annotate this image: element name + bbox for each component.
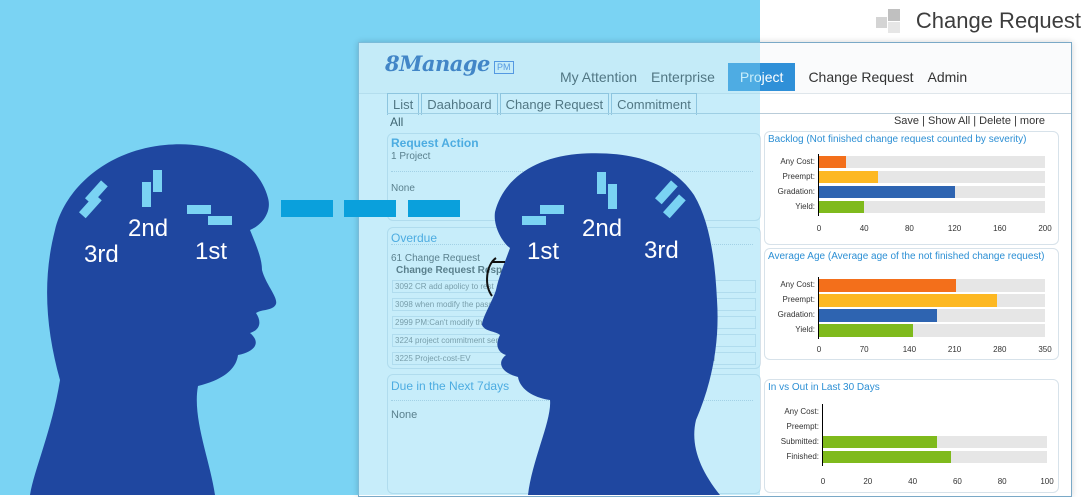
chart-title: In vs Out in Last 30 Days [768, 382, 880, 393]
bar[interactable] [823, 436, 938, 448]
bar-track [819, 156, 1045, 168]
tab-change-request[interactable]: Change Request [499, 93, 610, 115]
tick-label: 40 [908, 477, 918, 486]
brand-title: Change Request [915, 8, 1081, 33]
request-action-value: None [391, 183, 415, 194]
due-next-value: None [391, 409, 418, 421]
category-label: Submitted: [780, 437, 819, 446]
table-row[interactable]: 3225 Project-cost-EV d [392, 352, 756, 365]
category-label: Finished: [786, 452, 819, 461]
divider [391, 244, 753, 245]
bar[interactable] [819, 294, 997, 307]
backlog-chart: Backlog (Not finished change request cou… [764, 131, 1059, 245]
bar[interactable] [819, 279, 956, 292]
category-label: Any Cost: [784, 407, 819, 416]
tick-label: 280 [993, 345, 1007, 354]
nav-change-request[interactable]: Change Request [801, 63, 920, 91]
tab-commitment[interactable]: Commitment [611, 93, 697, 115]
overdue-column-header: Change Request Resp [396, 265, 503, 276]
request-action-count: 1 Project [391, 151, 431, 162]
category-label: Preempt: [782, 295, 815, 304]
tick-label: 80 [904, 224, 914, 233]
app-logo[interactable]: 8Manage [385, 51, 490, 76]
average-age-chart: Average Age (Average age of the not fini… [764, 248, 1059, 360]
nav-admin[interactable]: Admin [921, 63, 975, 91]
in-vs-out-chart: In vs Out in Last 30 Days Any Cost: Preemp… [764, 379, 1059, 493]
tick-label: 0 [816, 224, 822, 233]
tick-label: 20 [863, 477, 873, 486]
table-row[interactable]: 2999 PM:Can't modify the 6d [392, 316, 756, 329]
category-label: Gradation: [777, 187, 815, 196]
tick-label: 0 [816, 345, 822, 354]
category-label: Gradation: [777, 310, 815, 319]
sub-tabs: List Daahboard Change Request Commitment [387, 93, 699, 115]
divider [391, 400, 753, 401]
table-row[interactable]: 3098 when modify the pass d [392, 298, 756, 311]
app-header: 8Manage PM My Attention Enterprise Proje… [359, 43, 1071, 94]
tick-label: 350 [1038, 345, 1052, 354]
tick-label: 140 [902, 345, 917, 354]
tick-label: 100 [1040, 477, 1054, 486]
overdue-count: 61 Change Request [391, 253, 480, 264]
row-days: d [710, 354, 715, 363]
row-days: 6d [706, 318, 715, 327]
tick-label: 160 [993, 224, 1007, 233]
app-window: 8Manage PM My Attention Enterprise Proje… [358, 42, 1072, 497]
category-label: Any Cost: [780, 157, 815, 166]
tab-list[interactable]: List [387, 93, 420, 115]
filter-all[interactable]: All [390, 115, 403, 129]
due-next-panel: Due in the Next 7days None [387, 374, 761, 494]
toolbar-actions[interactable]: Save | Show All | Delete | more [894, 115, 1045, 127]
tick-label: 0 [820, 477, 826, 486]
bar[interactable] [819, 186, 955, 198]
category-label: Any Cost: [780, 280, 815, 289]
tick-label: 70 [859, 345, 869, 354]
row-text: 3098 when modify the pass [395, 300, 493, 309]
brand-header: Change Request [875, 6, 1081, 36]
bar[interactable] [819, 171, 878, 183]
brand-logo-icon [875, 9, 900, 33]
category-label: Preempt: [782, 172, 815, 181]
chart-title: Backlog (Not finished change request cou… [768, 134, 1027, 145]
overdue-panel: Overdue 61 Change Request Change Request… [387, 227, 761, 369]
bar[interactable] [819, 156, 847, 168]
nav-my-attention[interactable]: My Attention [553, 63, 644, 91]
bar[interactable] [823, 451, 951, 463]
request-action-title[interactable]: Request Action [391, 136, 479, 150]
tick-label: 210 [947, 345, 962, 354]
row-days: 6d [706, 336, 715, 345]
tick-label: 40 [859, 224, 869, 233]
table-row[interactable]: 3224 project commitment serch 6d [392, 334, 756, 347]
category-label: Preempt: [786, 422, 819, 431]
bar[interactable] [819, 201, 865, 213]
tick-label: 120 [947, 224, 962, 233]
pm-badge: PM [494, 61, 514, 74]
chart-title: Average Age (Average age of the not fini… [768, 251, 1045, 262]
bar[interactable] [819, 324, 914, 337]
row-text: 2999 PM:Can't modify the [395, 318, 487, 327]
table-row[interactable]: 3092 CR add apolicy to rest [392, 280, 756, 293]
overdue-title[interactable]: Overdue [391, 231, 437, 245]
due-next-title[interactable]: Due in the Next 7days [391, 379, 509, 393]
nav-project[interactable]: Project [727, 63, 796, 91]
row-days: d [710, 300, 715, 309]
tick-label: 60 [952, 477, 962, 486]
row-text: 3224 project commitment serch [395, 336, 507, 345]
bar[interactable] [819, 309, 937, 322]
tick-label: 200 [1038, 224, 1052, 233]
nav-enterprise[interactable]: Enterprise [644, 63, 722, 91]
tab-dashboard[interactable]: Daahboard [421, 93, 498, 115]
sub-toolbar: All Save | Show All | Delete | more [387, 113, 1071, 129]
row-text: 3225 Project-cost-EV [395, 354, 471, 363]
divider [391, 171, 753, 172]
row-text: 3092 CR add apolicy to rest [395, 282, 494, 291]
request-action-panel: Request Action 1 Project None [387, 133, 761, 221]
top-nav: My Attention Enterprise Project Change R… [553, 63, 974, 91]
category-label: Yield: [795, 202, 815, 211]
category-label: Yield: [795, 325, 815, 334]
tick-label: 80 [997, 477, 1007, 486]
